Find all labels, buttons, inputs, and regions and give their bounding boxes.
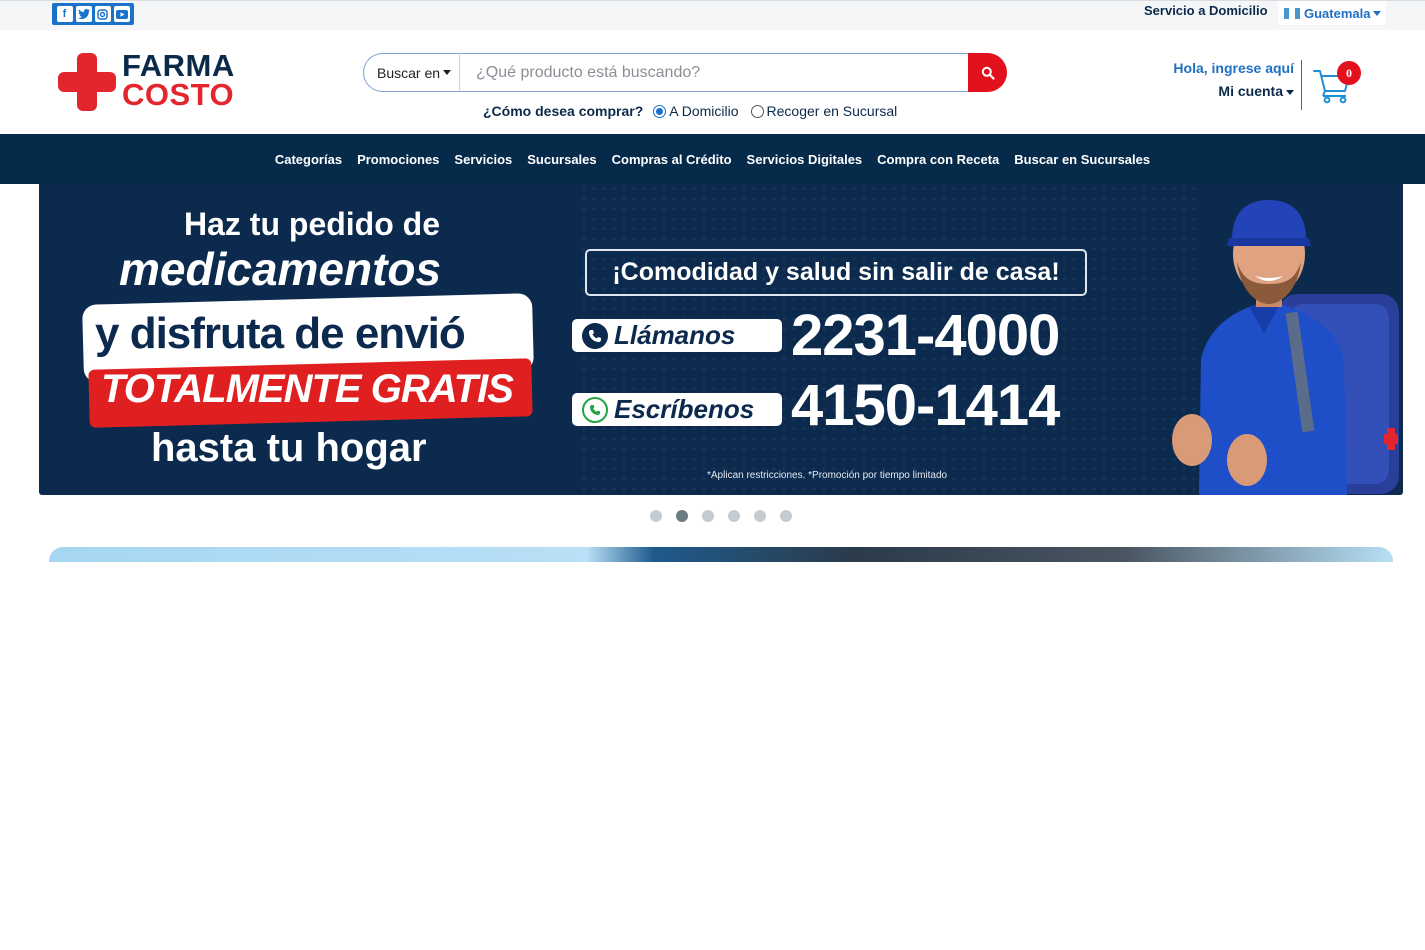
banner-line-5: hasta tu hogar: [151, 426, 427, 470]
call-label: Llámanos: [614, 320, 736, 350]
carousel-dot-1[interactable]: [650, 510, 662, 522]
search-input[interactable]: [459, 53, 969, 92]
search-scope-label: Buscar en: [377, 64, 441, 81]
nav-item-promociones[interactable]: Promociones: [357, 152, 439, 167]
red-cross-icon: [58, 53, 116, 111]
store-pickup-label: Recoger en Sucursal: [766, 103, 898, 119]
whatsapp-number: 4150-1414: [791, 373, 1060, 438]
search-bar: Buscar en: [363, 53, 1007, 92]
chevron-down-icon: [1286, 89, 1294, 95]
banner-disclaimer: *Aplican restricciones. *Promoción por t…: [707, 470, 948, 481]
header-divider: [1301, 60, 1302, 110]
whatsapp-label: Escríbenos: [614, 394, 755, 424]
account-area: Hola, ingrese aquí Mi cuenta: [1170, 60, 1294, 99]
carousel-dot-4[interactable]: [728, 510, 740, 522]
nav-item-compras-credito[interactable]: Compras al Crédito: [612, 152, 732, 167]
carousel-dot-3[interactable]: [702, 510, 714, 522]
phone-icon: [582, 322, 608, 349]
delivery-person-illustration: [1172, 200, 1399, 495]
search-icon: [981, 66, 995, 80]
home-delivery-link[interactable]: Servicio a Domicilio: [1144, 3, 1268, 18]
search-scope-dropdown[interactable]: Buscar en: [363, 53, 460, 92]
search-button[interactable]: [968, 53, 1007, 92]
banner-line-3: y disfruta de envió: [95, 309, 466, 358]
my-account-label: Mi cuenta: [1218, 83, 1283, 99]
my-account-dropdown[interactable]: Mi cuenta: [1170, 83, 1294, 99]
banner-line-2: medicamentos: [119, 243, 442, 295]
instagram-icon[interactable]: [94, 6, 111, 22]
logo-word-costo: COSTO: [122, 77, 235, 112]
option-home-delivery[interactable]: A Domicilio: [653, 103, 739, 119]
carousel-dot-5[interactable]: [754, 510, 766, 522]
whatsapp-chip: Escríbenos: [572, 393, 782, 426]
facebook-icon[interactable]: f: [56, 6, 73, 22]
nav-item-servicios[interactable]: Servicios: [454, 152, 512, 167]
chevron-down-icon: [1373, 10, 1382, 16]
promo-banner[interactable]: Haz tu pedido de medicamentos y disfruta…: [39, 184, 1403, 495]
purchase-mode-question: ¿Cómo desea comprar?: [483, 103, 644, 119]
top-utility-bar: f Servicio a Domicilio Guatemala: [0, 0, 1425, 30]
farmacosto-logo[interactable]: FARMA COSTO: [58, 50, 240, 112]
youtube-icon[interactable]: [113, 6, 130, 22]
store-pickup-radio[interactable]: [750, 104, 764, 118]
nav-item-sucursales[interactable]: Sucursales: [527, 152, 596, 167]
guatemala-flag-icon: [1284, 7, 1300, 19]
banner-tagline: ¡Comodidad y salud sin salir de casa!: [585, 249, 1087, 296]
social-links: f: [52, 3, 134, 25]
nav-item-buscar-sucursales[interactable]: Buscar en Sucursales: [1014, 152, 1150, 167]
carousel-dot-6[interactable]: [780, 510, 792, 522]
main-navigation: Categorías Promociones Servicios Sucursa…: [0, 134, 1425, 184]
nav-item-categorias[interactable]: Categorías: [275, 152, 342, 167]
carousel-dot-2[interactable]: [676, 510, 688, 522]
cart-count-badge: 0: [1337, 61, 1361, 85]
call-chip: Llámanos: [572, 319, 782, 352]
carousel-indicators: [650, 510, 806, 522]
login-link[interactable]: Hola, ingrese aquí: [1170, 60, 1294, 76]
whatsapp-icon: [582, 396, 608, 423]
twitter-icon[interactable]: [75, 6, 92, 22]
country-label: Guatemala: [1304, 5, 1371, 21]
purchase-mode-selector: ¿Cómo desea comprar? A Domicilio Recoger…: [483, 103, 909, 119]
nav-item-servicios-digitales[interactable]: Servicios Digitales: [747, 152, 863, 167]
banner-line-4: TOTALMENTE GRATIS: [101, 367, 514, 411]
call-number: 2231-4000: [791, 303, 1060, 368]
country-selector[interactable]: Guatemala: [1278, 1, 1386, 25]
option-store-pickup[interactable]: Recoger en Sucursal: [750, 103, 898, 119]
nav-item-compra-receta[interactable]: Compra con Receta: [877, 152, 999, 167]
chevron-down-icon: [443, 70, 452, 75]
secondary-banner[interactable]: [49, 547, 1393, 562]
banner-line-1: Haz tu pedido de: [184, 206, 440, 242]
home-delivery-radio[interactable]: [653, 104, 667, 118]
home-delivery-label: A Domicilio: [669, 103, 739, 119]
